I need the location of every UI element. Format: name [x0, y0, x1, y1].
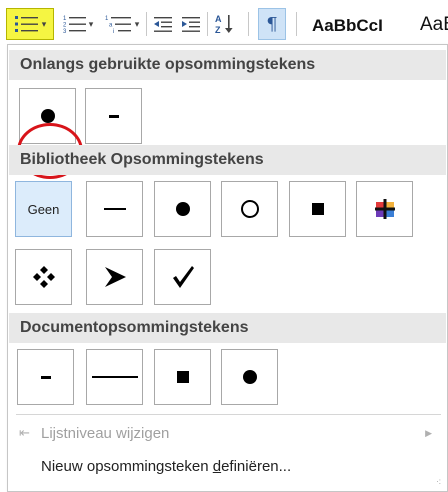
resize-grip-icon[interactable]: ·:: [436, 478, 441, 486]
show-formatting-marks-button[interactable]: ¶: [258, 8, 286, 40]
svg-text:2: 2: [63, 23, 67, 29]
multilevel-list-icon: 1 a i: [105, 16, 131, 34]
ribbon-divider: [296, 12, 297, 36]
bullets-button[interactable]: ▾: [6, 8, 54, 40]
library-bullets-heading: Bibliotheek Opsommingstekens: [9, 145, 446, 175]
svg-text:3: 3: [63, 29, 67, 34]
style-preview-normal[interactable]: AaBbCcI: [312, 16, 383, 36]
submenu-arrow-icon: ▶: [425, 427, 432, 438]
bullet-dash-icon: [108, 114, 119, 118]
numbering-button[interactable]: 1 2 3 ▾: [58, 8, 98, 40]
increase-indent-button[interactable]: [178, 8, 204, 40]
svg-text:a: a: [109, 23, 113, 29]
decrease-indent-icon: [154, 17, 172, 32]
chevron-down-icon[interactable]: ▾: [89, 19, 94, 30]
library-bullet-line[interactable]: [86, 181, 143, 237]
svg-text:A: A: [215, 14, 222, 24]
chevron-down-icon[interactable]: ▾: [135, 19, 140, 30]
list-level-icon: ⇤: [19, 425, 30, 440]
document-bullets-heading: Documentopsommingstekens: [9, 313, 446, 343]
library-bullet-none[interactable]: Geen: [15, 181, 72, 237]
library-bullet-cross[interactable]: [356, 181, 413, 237]
bullet-circle-icon: [240, 200, 259, 218]
library-bullet-square[interactable]: [289, 181, 346, 237]
bullet-library-dropdown: Onlangs gebruikte opsommingstekens Bibli…: [7, 44, 448, 492]
library-bullet-arrowhead[interactable]: [86, 249, 143, 305]
document-bullet-long-line[interactable]: [86, 349, 143, 405]
define-new-bullet-menu-item[interactable]: Nieuw opsommingsteken definiëren...: [9, 450, 446, 482]
ribbon-divider: [248, 12, 249, 36]
arrowhead-bullet-icon: [104, 267, 126, 287]
recent-bullets-heading: Onlangs gebruikte opsommingstekens: [9, 50, 446, 80]
pilcrow-icon: ¶: [266, 13, 278, 35]
library-bullet-checkmark[interactable]: [154, 249, 211, 305]
ribbon-divider: [146, 12, 147, 36]
bullet-square-icon: [311, 203, 324, 215]
ribbon-paragraph-group: ▾ 1 2 3 ▾ 1 a i ▾ A Z ¶ AaBbCcI Aa: [0, 0, 448, 46]
bullet-dot-icon: [175, 202, 190, 216]
bullet-dash-icon: [40, 375, 51, 379]
define-new-bullet-label: Nieuw opsommingsteken definiëren...: [41, 457, 292, 475]
bullet-square-icon: [176, 371, 189, 383]
menu-separator: [16, 414, 441, 415]
library-bullet-dot[interactable]: [154, 181, 211, 237]
bullet-dot-icon: [242, 370, 257, 384]
document-bullet-dash[interactable]: [17, 349, 74, 405]
sort-button[interactable]: A Z: [212, 8, 238, 40]
sort-az-icon: A Z: [215, 14, 233, 35]
library-bullet-circle[interactable]: [221, 181, 278, 237]
svg-text:1: 1: [63, 16, 67, 22]
document-bullet-dot[interactable]: [221, 349, 278, 405]
bullet-dot-icon: [40, 109, 55, 123]
multilevel-list-button[interactable]: 1 a i ▾: [100, 8, 144, 40]
svg-text:1: 1: [105, 16, 109, 22]
bullet-long-line-icon: [91, 376, 138, 378]
document-bullet-square[interactable]: [154, 349, 211, 405]
recent-bullet-dash[interactable]: [85, 88, 142, 144]
bullet-line-icon: [103, 208, 126, 210]
ribbon-divider: [207, 12, 208, 36]
decrease-indent-button[interactable]: [150, 8, 176, 40]
style-preview-no-spacing[interactable]: AaB: [420, 14, 448, 36]
colored-cross-bullet-icon: [374, 199, 395, 219]
checkmark-bullet-icon: [172, 266, 194, 288]
library-bullet-diamond[interactable]: [15, 249, 72, 305]
diamond-dots-bullet-icon: [32, 266, 55, 288]
recent-bullet-dot[interactable]: [19, 88, 76, 144]
numbered-list-icon: 1 2 3: [63, 16, 86, 34]
increase-indent-icon: [182, 17, 200, 32]
change-list-level-menu-item[interactable]: ⇤ Lijstniveau wijzigen ▶: [9, 417, 446, 449]
svg-text:Z: Z: [215, 25, 221, 35]
svg-text:i: i: [113, 29, 114, 34]
change-list-level-label: Lijstniveau wijzigen: [41, 424, 170, 442]
bullet-list-icon: [14, 16, 38, 32]
chevron-down-icon[interactable]: ▾: [42, 19, 47, 30]
none-label: Geen: [27, 201, 60, 217]
